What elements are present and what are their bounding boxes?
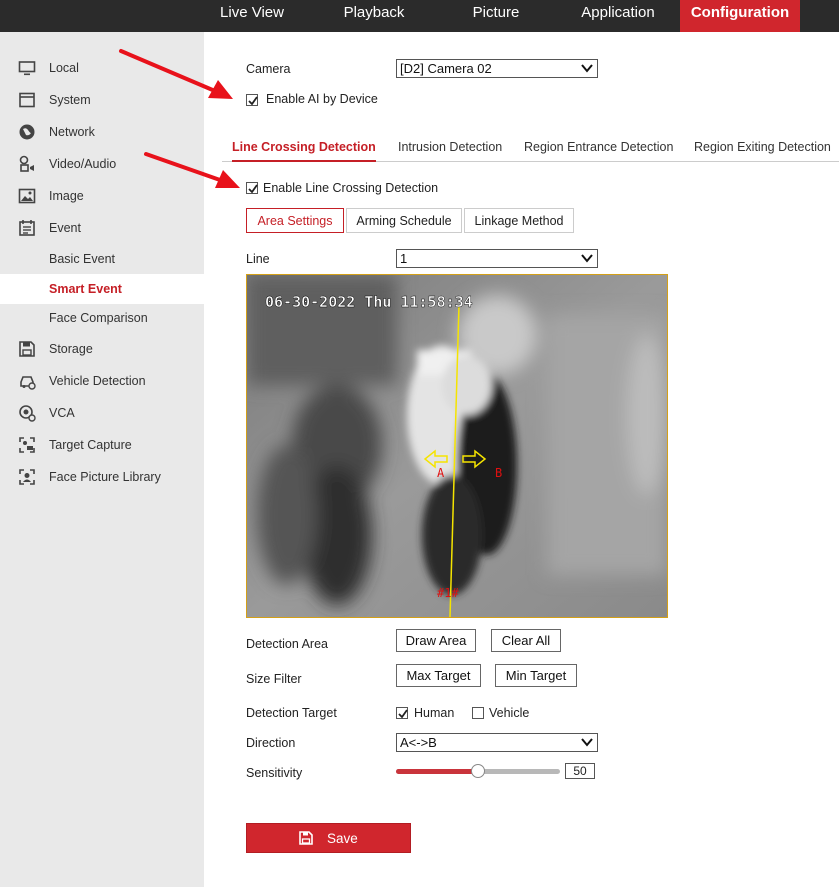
sidebar-item-label: Image [49, 189, 84, 203]
annotation-arrow-icon [119, 49, 233, 99]
sidebar-item-label: System [49, 93, 91, 107]
chevron-down-icon [581, 64, 593, 73]
chevron-down-icon [581, 738, 593, 747]
detection-tabs: Line Crossing Detection Intrusion Detect… [222, 132, 839, 162]
sidebar-item-label: Face Picture Library [49, 470, 161, 484]
detection-target-label: Detection Target [246, 706, 337, 720]
sidebar-item-label: VCA [49, 406, 75, 420]
vehicle-label: Vehicle [489, 706, 530, 720]
vehicle-checkbox[interactable] [472, 707, 484, 719]
video-audio-icon [19, 155, 34, 172]
slider-fill [396, 769, 478, 774]
tab-line-crossing-detection[interactable]: Line Crossing Detection [232, 132, 376, 162]
checkmark-icon [248, 96, 258, 106]
line-id-label: #1# [437, 586, 459, 600]
sidebar-item-label: Target Capture [49, 438, 132, 452]
detection-area-label: Detection Area [246, 637, 328, 651]
human-checkbox[interactable] [396, 707, 408, 719]
globe-icon [19, 124, 35, 140]
sensitivity-slider[interactable] [396, 762, 560, 782]
enable-line-crossing-label: Enable Line Crossing Detection [263, 181, 439, 195]
sidebar-item-target-capture[interactable]: Target Capture [0, 430, 204, 460]
tab-region-entrance-detection[interactable]: Region Entrance Detection [524, 132, 673, 162]
enable-ai-checkbox[interactable] [246, 94, 258, 106]
sensitivity-label: Sensitivity [246, 766, 303, 780]
sidebar-item-label: Event [49, 221, 81, 235]
camera-label: Camera [246, 62, 291, 76]
save-button[interactable]: Save [246, 823, 411, 853]
video-preview[interactable]: 06-30-2022 Thu 11:58:34 A B #1# [246, 274, 668, 618]
max-target-button[interactable]: Max Target [396, 664, 481, 687]
annotation-arrow-icon [144, 152, 240, 188]
sidebar-item-face-picture-library[interactable]: Face Picture Library [0, 462, 204, 492]
sensitivity-value-box[interactable]: 50 [565, 763, 595, 779]
marker-b: B [495, 466, 502, 480]
draw-area-button[interactable]: Draw Area [396, 629, 476, 652]
sidebar-item-label: Face Comparison [49, 311, 148, 325]
sidebar-item-face-comparison[interactable]: Face Comparison [0, 303, 204, 333]
camera-select-value: [D2] Camera 02 [400, 61, 492, 76]
sidebar-item-label: Smart Event [49, 282, 122, 296]
human-label: Human [414, 706, 455, 720]
subtab-area-settings[interactable]: Area Settings [246, 208, 344, 233]
tab-region-exiting-detection[interactable]: Region Exiting Detection [694, 132, 831, 162]
sidebar-item-label: Vehicle Detection [49, 374, 146, 388]
main-panel: Camera [D2] Camera 02 Enable AI by Devic… [204, 32, 839, 887]
nav-application[interactable]: Application [566, 0, 670, 32]
direction-select[interactable]: A<->B [396, 733, 598, 752]
tab-intrusion-detection[interactable]: Intrusion Detection [398, 132, 502, 162]
sidebar-item-smart-event[interactable]: Smart Event [0, 274, 204, 304]
image-icon [18, 188, 36, 204]
vehicle-icon [20, 376, 36, 390]
save-label: Save [326, 831, 358, 846]
monitor-icon [18, 61, 36, 76]
direction-select-value: A<->B [400, 735, 437, 750]
sidebar-item-network[interactable]: Network [0, 117, 204, 147]
sidebar-item-vehicle-detection[interactable]: Vehicle Detection [0, 366, 204, 396]
clear-all-button[interactable]: Clear All [491, 629, 561, 652]
min-target-button[interactable]: Min Target [495, 664, 577, 687]
slider-handle[interactable] [471, 764, 485, 778]
sidebar-item-label: Basic Event [49, 252, 116, 266]
marker-a: A [437, 466, 445, 480]
sidebar-item-storage[interactable]: Storage [0, 334, 204, 364]
face-library-icon [19, 469, 35, 485]
floppy-icon [299, 831, 314, 845]
sidebar-item-vca[interactable]: VCA [0, 398, 204, 428]
sidebar-item-label: Network [49, 125, 95, 139]
system-icon [19, 92, 35, 108]
sidebar-item-label: Video/Audio [49, 157, 117, 171]
sidebar-item-basic-event[interactable]: Basic Event [0, 244, 204, 274]
chevron-down-icon [581, 254, 593, 263]
size-filter-label: Size Filter [246, 672, 302, 686]
line-select-value: 1 [400, 251, 408, 266]
timestamp-overlay: 06-30-2022 Thu 11:58:34 [265, 293, 473, 311]
target-capture-icon [19, 437, 35, 453]
calendar-icon [19, 220, 35, 236]
sidebar-item-label: Storage [49, 342, 93, 356]
nav-configuration[interactable]: Configuration [680, 0, 800, 32]
camera-feed-image: 06-30-2022 Thu 11:58:34 A B #1# [247, 275, 667, 617]
camera-select[interactable]: [D2] Camera 02 [396, 59, 598, 78]
vca-icon [19, 405, 36, 422]
nav-live-view[interactable]: Live View [204, 0, 300, 32]
line-label: Line [246, 252, 270, 266]
sidebar-item-event[interactable]: Event [0, 213, 204, 243]
top-nav-bar: Live View Playback Picture Application C… [0, 0, 839, 32]
subtab-arming-schedule[interactable]: Arming Schedule [346, 208, 462, 233]
enable-ai-label: Enable AI by Device [266, 92, 378, 106]
floppy-icon [19, 341, 35, 357]
line-select[interactable]: 1 [396, 249, 598, 268]
nav-picture[interactable]: Picture [452, 0, 540, 32]
nav-playback[interactable]: Playback [324, 0, 424, 32]
sidebar-item-label: Local [49, 61, 79, 75]
subtab-linkage-method[interactable]: Linkage Method [464, 208, 574, 233]
direction-label: Direction [246, 736, 296, 750]
checkmark-icon [398, 709, 408, 719]
